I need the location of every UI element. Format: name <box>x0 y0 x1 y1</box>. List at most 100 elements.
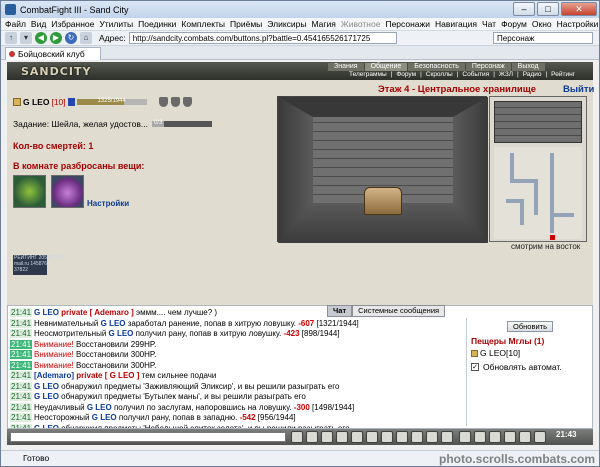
sound-icon[interactable] <box>336 431 348 443</box>
chat-timestamp[interactable]: 21:41 <box>10 381 33 391</box>
font-icon[interactable] <box>351 431 363 443</box>
nav-item[interactable]: Безопасность <box>407 63 465 71</box>
online-user[interactable]: G LEO[10] <box>471 348 520 358</box>
menu-item[interactable]: Окно <box>532 19 552 29</box>
address-input[interactable]: http://sandcity.combats.com/buttons.pl?b… <box>128 32 397 44</box>
send-icon[interactable] <box>291 431 303 443</box>
history-icon[interactable] <box>426 431 438 443</box>
chat-nick[interactable]: G LEO <box>34 382 59 391</box>
tab-fight-club[interactable]: Бойцовский клуб <box>5 47 101 60</box>
menu-item[interactable]: Форум <box>501 19 527 29</box>
game-header: SANDCITY Знания Общение Безопасность Персон… <box>7 62 593 80</box>
nav-item[interactable]: Персонаж <box>464 63 511 71</box>
chat-timestamp[interactable]: 21:41 <box>10 350 33 359</box>
chat-timestamp[interactable]: 21:41 <box>10 308 33 317</box>
menu-item[interactable]: Утилиты <box>99 19 133 29</box>
menu-item[interactable]: Персонажи <box>385 19 430 29</box>
healing-elixir-item[interactable] <box>13 175 46 208</box>
subnav-item[interactable]: ЖЗЛ <box>497 71 515 79</box>
refresh-button[interactable]: Обновить <box>507 321 553 332</box>
menu-item[interactable]: Настройки <box>557 19 599 29</box>
menu-item[interactable]: Магия <box>311 19 335 29</box>
subnav-item[interactable]: Телеграммы <box>347 71 389 79</box>
chat-text: Восстановили 299HP. <box>73 339 157 349</box>
translit-icon[interactable] <box>366 431 378 443</box>
menu-item[interactable]: Вид <box>31 19 46 29</box>
door-icon[interactable] <box>534 431 546 443</box>
chat-nick[interactable]: G LEO <box>109 329 134 338</box>
shield-icon <box>158 97 168 107</box>
smiles-icon[interactable] <box>396 431 408 443</box>
checkbox-icon[interactable]: ✓ <box>471 363 479 371</box>
settings-link[interactable]: Настройки <box>87 199 129 208</box>
chat-text: эммм.... чем лучше? ) <box>135 308 218 317</box>
people-icon[interactable] <box>519 431 531 443</box>
clear-icon[interactable] <box>306 431 318 443</box>
counter-line: 37822 <box>14 267 28 273</box>
chat-nick[interactable]: G LEO <box>34 392 59 401</box>
close-button[interactable]: ✕ <box>561 2 597 16</box>
minimap-view[interactable] <box>494 101 582 143</box>
forward-button[interactable]: ▶ <box>50 32 62 44</box>
chat-nick[interactable]: G LEO <box>34 308 59 317</box>
menu-item[interactable]: Навигация <box>435 19 477 29</box>
chat-nick[interactable]: [Ademaro] <box>34 371 74 380</box>
nav-item[interactable]: Выход <box>510 63 545 71</box>
subnav-item[interactable]: Рейтинг <box>549 71 577 79</box>
menu-item[interactable]: Приёмы <box>230 19 262 29</box>
chest[interactable] <box>364 187 402 215</box>
chat-timestamp[interactable]: 21:41 <box>10 360 33 370</box>
persona-input[interactable]: Персонаж <box>493 32 593 44</box>
private-icon[interactable] <box>381 431 393 443</box>
subnav-item[interactable]: Форум <box>394 71 418 79</box>
exit-link[interactable]: Выйти <box>563 84 594 95</box>
subnav-item[interactable]: Радио <box>521 71 544 79</box>
chat-timestamp[interactable]: 21:41 <box>10 318 33 328</box>
chat-timestamp[interactable]: 21:41 <box>10 339 33 349</box>
menu-item[interactable]: Чат <box>482 19 496 29</box>
refresh-icon[interactable]: ↻ <box>65 32 77 44</box>
menu-item[interactable]: Файл <box>5 19 26 29</box>
chat-timestamp[interactable]: 21:41 <box>10 402 33 412</box>
map-icon[interactable] <box>504 431 516 443</box>
chat-text: получил рану, попав в хитрую ловушку. <box>133 329 284 338</box>
color-icon[interactable] <box>411 431 423 443</box>
options-icon[interactable] <box>441 431 453 443</box>
menu-item[interactable]: Комплекты <box>181 19 225 29</box>
chat-timestamp[interactable]: 21:41 <box>10 413 33 422</box>
subnav-item[interactable]: Скроллы <box>424 71 455 79</box>
nav-item[interactable]: Общение <box>363 63 408 71</box>
chat-timestamp[interactable]: 21:41 <box>10 392 33 401</box>
speed-icon[interactable] <box>474 431 486 443</box>
chat-nick[interactable]: G LEO <box>92 413 117 422</box>
subnav-item[interactable]: События <box>460 71 491 79</box>
chat-nick[interactable]: G LEO <box>87 403 112 412</box>
chat-input[interactable] <box>10 432 286 442</box>
home-icon[interactable]: ⌂ <box>80 32 92 44</box>
menu-item[interactable]: Эликсиры <box>267 19 306 29</box>
chat-log[interactable]: 21:41 G LEO private [ Ademaro ] эммм.... … <box>10 308 462 428</box>
menu-item[interactable]: Животное <box>341 19 381 29</box>
warning-text: Внимание! <box>34 360 74 370</box>
minimize-button[interactable]: – <box>513 2 535 16</box>
chat-timestamp[interactable]: 21:41 <box>10 423 33 428</box>
back-button[interactable]: ◀ <box>35 32 47 44</box>
pin-icon[interactable]: ↑ <box>5 32 17 44</box>
menu-item[interactable]: Поединки <box>138 19 176 29</box>
info-icon[interactable] <box>67 98 75 106</box>
dropdown-icon[interactable]: ▾ <box>20 32 32 44</box>
chat-nick[interactable]: G LEO <box>34 424 59 429</box>
exit-chat-icon[interactable] <box>459 431 471 443</box>
scroll-icon[interactable] <box>489 431 501 443</box>
quest-line: Задание: Шейла, желая удостов... 0/3 <box>13 119 212 129</box>
chat-nick[interactable]: G LEO <box>101 319 126 328</box>
mana-bottle-item[interactable] <box>51 175 84 208</box>
menu-item[interactable]: Избранное <box>51 19 94 29</box>
nav-item[interactable]: Знания <box>327 63 364 71</box>
auto-refresh-checkbox[interactable]: ✓ Обновлять автомат. <box>471 362 562 372</box>
chat-timestamp[interactable]: 21:41 <box>10 371 33 380</box>
filter-icon[interactable] <box>321 431 333 443</box>
player-name[interactable]: G LEO <box>23 97 49 107</box>
maximize-button[interactable]: □ <box>537 2 559 16</box>
chat-timestamp[interactable]: 21:41 <box>10 329 33 338</box>
